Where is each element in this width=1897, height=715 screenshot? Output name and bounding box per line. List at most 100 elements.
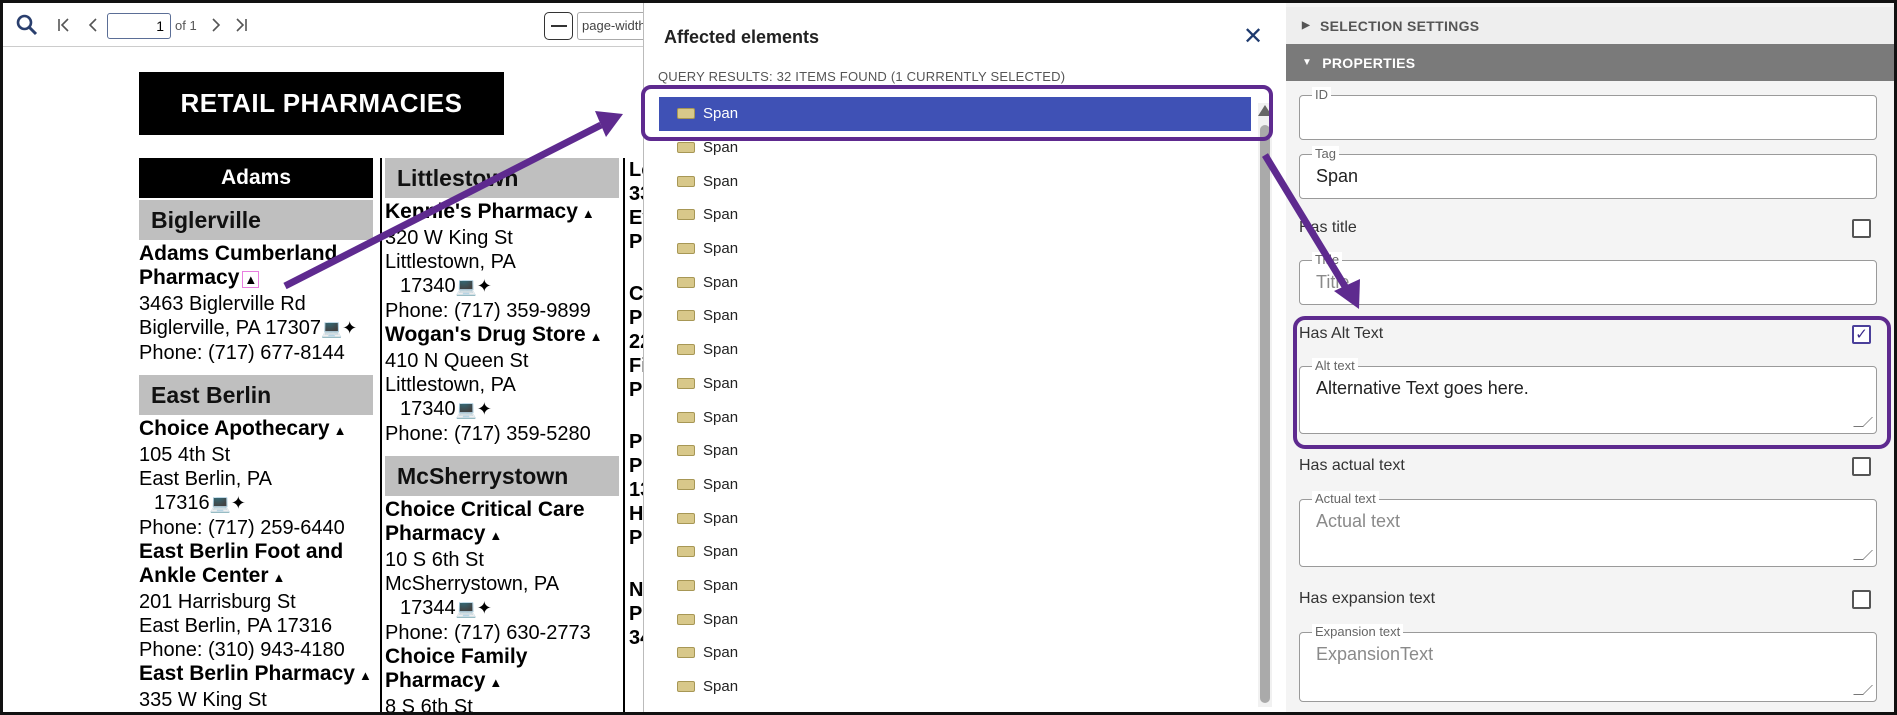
list-item[interactable]: Span bbox=[659, 299, 1267, 333]
document-page: RETAIL PHARMACIES Adams Biglerville Adam… bbox=[3, 48, 648, 712]
list-item-label: Span bbox=[703, 408, 739, 426]
tag-icon bbox=[677, 310, 695, 322]
phone-line: Phone: (310) 943-4180 bbox=[139, 639, 345, 661]
has-expansion-text-checkbox[interactable] bbox=[1852, 589, 1871, 609]
list-item-selected[interactable]: Span bbox=[659, 97, 1251, 131]
has-title-checkbox[interactable] bbox=[1852, 218, 1871, 238]
list-item[interactable]: Span bbox=[659, 333, 1267, 367]
close-icon[interactable]: ✕ bbox=[1243, 25, 1263, 49]
actual-text-field[interactable]: Actual text Actual text bbox=[1299, 491, 1877, 567]
first-page-icon[interactable] bbox=[55, 15, 73, 35]
address-line: 335 W King St bbox=[139, 689, 267, 711]
has-title-label: Has title bbox=[1299, 219, 1357, 236]
resize-handle-icon[interactable] bbox=[1853, 685, 1873, 695]
address-line: McSherrystown, PA bbox=[385, 573, 560, 595]
pharmacy-name: Pharmacy ▲ bbox=[139, 266, 373, 292]
address-line: 105 4th St bbox=[139, 444, 231, 466]
list-item[interactable]: Span bbox=[659, 636, 1267, 670]
pharmacy-name-line: Pharmacy bbox=[385, 522, 486, 545]
properties-header[interactable]: ▼ PROPERTIES bbox=[1286, 44, 1894, 81]
next-page-icon[interactable] bbox=[208, 15, 224, 35]
tag-icon bbox=[677, 579, 695, 591]
triangle-up-icon: ▲ bbox=[581, 206, 595, 221]
results-scrollbar[interactable] bbox=[1258, 103, 1272, 707]
expansion-text-field[interactable]: Expansion text ExpansionText bbox=[1299, 624, 1877, 702]
selection-settings-label: SELECTION SETTINGS bbox=[1320, 17, 1480, 34]
pharmacy-name: Ankle Center ▲ bbox=[139, 564, 373, 590]
scroll-up-icon[interactable] bbox=[1258, 105, 1272, 116]
tag-icon bbox=[677, 276, 695, 288]
phone-line: Phone: (717) 359-9899 bbox=[385, 300, 591, 322]
zip-line: 17316💻✦ bbox=[139, 491, 373, 516]
last-page-icon[interactable] bbox=[232, 15, 250, 35]
expansion-text-placeholder: ExpansionText bbox=[1316, 644, 1434, 664]
pharmacy-name: Choice Critical Care bbox=[385, 498, 585, 521]
list-item-label: Span bbox=[703, 442, 739, 460]
list-item-label: Span bbox=[703, 678, 739, 696]
list-item-label: Span bbox=[703, 172, 739, 190]
pharmacy-name: East Berlin Foot and bbox=[139, 540, 344, 563]
properties-label: PROPERTIES bbox=[1322, 54, 1416, 71]
list-item[interactable]: Span bbox=[659, 602, 1267, 636]
has-actual-text-label: Has actual text bbox=[1299, 457, 1405, 474]
list-item[interactable]: Span bbox=[659, 232, 1267, 266]
phone-line: Phone: (717) 359-5280 bbox=[385, 423, 591, 445]
city-header: Littlestown bbox=[385, 158, 619, 198]
list-item[interactable]: Span bbox=[659, 131, 1267, 165]
tag-icon bbox=[677, 175, 695, 187]
title-field[interactable]: Title Title bbox=[1299, 252, 1877, 305]
list-item[interactable]: Span bbox=[659, 265, 1267, 299]
list-item[interactable]: Span bbox=[659, 367, 1267, 401]
list-item-label: Span bbox=[703, 509, 739, 527]
phone-line: Phone: (717) 259-6440 bbox=[139, 517, 345, 539]
selection-settings-header[interactable]: ▶ SELECTION SETTINGS bbox=[1286, 7, 1894, 44]
prev-page-icon[interactable] bbox=[85, 15, 101, 35]
actual-text-placeholder: Actual text bbox=[1316, 511, 1401, 531]
pharmacy-name-line: Wogan's Drug Store bbox=[385, 323, 586, 346]
alt-text-field[interactable]: Alt text Alternative Text goes here. bbox=[1299, 358, 1877, 434]
tag-icon bbox=[677, 377, 695, 389]
caret-right-icon: ▶ bbox=[1302, 20, 1310, 31]
list-item[interactable]: Span bbox=[659, 569, 1267, 603]
page-number-input[interactable] bbox=[107, 13, 171, 39]
list-item[interactable]: Span bbox=[659, 400, 1267, 434]
resize-handle-icon[interactable] bbox=[1853, 550, 1873, 560]
list-item-label: Span bbox=[703, 105, 739, 123]
tag-icon bbox=[677, 546, 695, 558]
address-line: Littlestown, PA bbox=[385, 251, 516, 273]
tag-icon bbox=[677, 108, 695, 120]
pharmacy-name-line: East Berlin Pharmacy bbox=[139, 662, 355, 685]
zip-line: 17344💻✦ bbox=[385, 596, 619, 621]
computer-icon: 💻 bbox=[209, 494, 231, 513]
zoom-out-button[interactable] bbox=[544, 12, 573, 40]
list-item[interactable]: Span bbox=[659, 468, 1267, 502]
id-field[interactable]: ID bbox=[1299, 87, 1877, 140]
has-actual-text-checkbox[interactable] bbox=[1852, 456, 1871, 476]
list-item[interactable]: Span bbox=[659, 198, 1267, 232]
scroll-thumb[interactable] bbox=[1260, 125, 1270, 703]
address-line: 320 W King St bbox=[385, 227, 513, 249]
title-label: Title bbox=[1312, 252, 1343, 268]
page-count-label: of 1 bbox=[175, 18, 197, 33]
list-item-label: Span bbox=[703, 341, 739, 359]
expansion-text-label: Expansion text bbox=[1312, 624, 1404, 640]
has-alt-text-checkbox[interactable]: ✓ bbox=[1852, 324, 1871, 344]
tag-field[interactable]: Tag Span bbox=[1299, 146, 1877, 199]
zip-code: 17340 bbox=[400, 398, 456, 420]
list-item-label: Span bbox=[703, 240, 739, 258]
list-item[interactable]: Span bbox=[659, 434, 1267, 468]
actual-text-label: Actual text bbox=[1312, 491, 1379, 507]
resize-handle-icon[interactable] bbox=[1853, 417, 1873, 427]
pharmacy-name-line: Ankle Center bbox=[139, 564, 269, 587]
list-item[interactable]: Span bbox=[659, 164, 1267, 198]
list-item[interactable]: Span bbox=[659, 501, 1267, 535]
list-item[interactable]: Span bbox=[659, 670, 1267, 704]
list-item[interactable]: Span bbox=[659, 535, 1267, 569]
column-littlestown: Littlestown Kennie's Pharmacy ▲ 320 W Kin… bbox=[385, 158, 619, 712]
list-item-label: Span bbox=[703, 139, 739, 157]
tag-label: Tag bbox=[1312, 146, 1339, 162]
address-line: 410 N Queen St bbox=[385, 350, 529, 372]
list-item-label: Span bbox=[703, 475, 739, 493]
document-title: RETAIL PHARMACIES bbox=[139, 72, 504, 135]
search-icon[interactable] bbox=[15, 13, 39, 37]
